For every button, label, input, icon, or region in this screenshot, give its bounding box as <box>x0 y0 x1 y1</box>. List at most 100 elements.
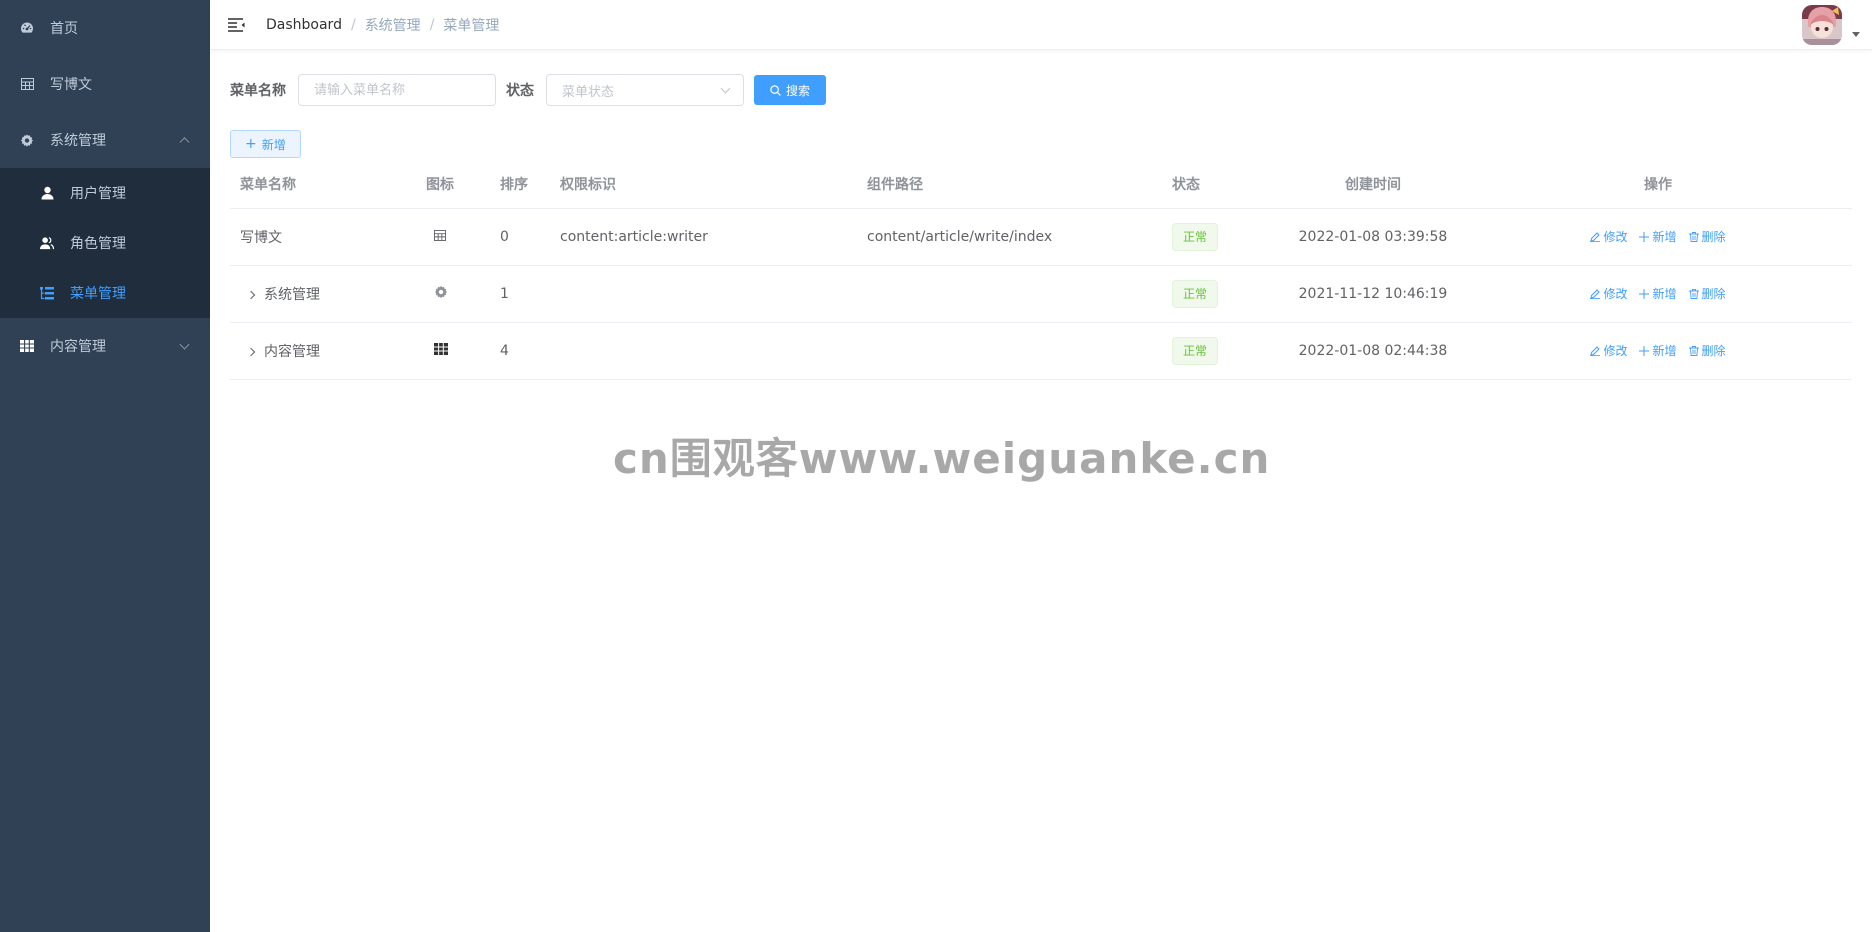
main-area: Dashboard / 系统管理 / 菜单管理 菜单名称 请输入菜单名称 状态 … <box>210 0 1872 932</box>
plus-icon <box>1639 288 1650 299</box>
row-name: 内容管理 <box>264 343 320 360</box>
delete-label: 删除 <box>1701 287 1726 301</box>
plus-icon <box>1639 345 1650 356</box>
search-button-label: 搜索 <box>786 83 811 98</box>
add-button-label: 新增 <box>261 137 286 152</box>
breadcrumb-separator: / <box>350 16 356 33</box>
sidebar-item-label: 首页 <box>50 21 78 37</box>
cell-actions: 修改 新增 删除 <box>1464 208 1852 266</box>
cell-actions: 修改 新增 删除 <box>1464 265 1852 323</box>
cell-status: 正常 <box>1162 322 1282 380</box>
breadcrumb-dashboard[interactable]: Dashboard <box>266 17 342 33</box>
trash-icon <box>1688 288 1699 299</box>
search-form: 菜单名称 状态 菜单状态 搜索 <box>230 74 1852 106</box>
menu-name-input[interactable] <box>298 74 496 106</box>
sidebar: 首页 写博文 系统管理 用户管理 角色管理 菜单管理 内容管理 <box>0 0 210 932</box>
cell-order: 0 <box>490 208 550 266</box>
sidebar-item-write-blog[interactable]: 写博文 <box>0 56 210 112</box>
search-icon <box>770 84 781 96</box>
gear-icon <box>20 133 34 147</box>
sidebar-item-label: 写博文 <box>50 77 92 93</box>
submenu-system: 用户管理 角色管理 菜单管理 <box>0 168 210 318</box>
edit-button[interactable]: 修改 <box>1590 228 1627 245</box>
cell-icon <box>416 265 490 323</box>
cell-icon <box>416 208 490 266</box>
delete-button[interactable]: 删除 <box>1688 228 1726 245</box>
cell-created: 2022-01-08 03:39:58 <box>1282 208 1464 266</box>
cell-component <box>857 322 1162 380</box>
cell-order: 4 <box>490 322 550 380</box>
col-header-created: 创建时间 <box>1282 160 1464 209</box>
chevron-right-icon[interactable] <box>246 290 256 299</box>
sidebar-item-menus[interactable]: 菜单管理 <box>0 268 210 318</box>
breadcrumb: Dashboard / 系统管理 / 菜单管理 <box>266 15 499 35</box>
delete-button[interactable]: 删除 <box>1688 342 1726 359</box>
table-header-row: 菜单名称 图标 排序 权限标识 组件路径 状态 创建时间 操作 <box>230 160 1852 209</box>
cell-status: 正常 <box>1162 265 1282 323</box>
table-row: 写博文 0 content:article:writer content/art… <box>230 208 1852 266</box>
col-header-order: 排序 <box>490 160 550 209</box>
cell-created: 2021-11-12 10:46:19 <box>1282 265 1464 323</box>
breadcrumb-system: 系统管理 <box>364 17 421 34</box>
add-label: 新增 <box>1652 287 1677 301</box>
cell-icon <box>416 322 490 380</box>
user-icon <box>40 186 54 200</box>
add-label: 新增 <box>1652 344 1677 358</box>
add-button[interactable]: + 新增 <box>230 130 301 158</box>
navbar: Dashboard / 系统管理 / 菜单管理 <box>210 0 1872 50</box>
sidebar-item-label: 用户管理 <box>70 186 126 202</box>
table-row: 系统管理 1 正常 2021-11-12 10:46:19 修改 新增 删除 <box>230 265 1852 323</box>
status-select[interactable]: 菜单状态 <box>546 74 744 106</box>
delete-button[interactable]: 删除 <box>1688 285 1726 302</box>
row-name: 写博文 <box>240 229 282 246</box>
edit-button[interactable]: 修改 <box>1590 285 1627 302</box>
sidebar-item-roles[interactable]: 角色管理 <box>0 218 210 268</box>
edit-label: 修改 <box>1603 287 1628 301</box>
cell-actions: 修改 新增 删除 <box>1464 322 1852 380</box>
cell-name: 内容管理 <box>230 322 416 380</box>
table-row: 内容管理 4 正常 2022-01-08 02:44:38 修改 新增 删除 <box>230 322 1852 380</box>
cell-component: content/article/write/index <box>857 208 1162 266</box>
cell-name: 写博文 <box>230 208 416 266</box>
cell-perms <box>550 265 857 323</box>
hamburger-icon[interactable] <box>226 15 246 35</box>
add-child-button[interactable]: 新增 <box>1639 342 1677 359</box>
status-badge: 正常 <box>1172 336 1219 365</box>
cell-component <box>857 265 1162 323</box>
sidebar-item-home[interactable]: 首页 <box>0 0 210 56</box>
status-badge: 正常 <box>1172 222 1219 251</box>
breadcrumb-menus: 菜单管理 <box>443 17 500 34</box>
col-header-name: 菜单名称 <box>230 160 416 209</box>
search-button[interactable]: 搜索 <box>754 75 827 105</box>
cell-status: 正常 <box>1162 208 1282 266</box>
sidebar-item-label: 角色管理 <box>70 236 126 252</box>
delete-label: 删除 <box>1701 230 1726 244</box>
grid-icon <box>20 339 34 353</box>
sidebar-item-users[interactable]: 用户管理 <box>0 168 210 218</box>
plus-icon <box>1639 231 1650 242</box>
col-header-perms: 权限标识 <box>550 160 857 209</box>
chevron-right-icon[interactable] <box>246 347 256 356</box>
row-name: 系统管理 <box>264 286 320 303</box>
add-child-button[interactable]: 新增 <box>1639 285 1677 302</box>
trash-icon <box>1688 231 1699 242</box>
avatar[interactable] <box>1802 5 1842 45</box>
dashboard-icon <box>20 21 34 35</box>
chevron-up-icon <box>179 137 190 148</box>
gear-icon <box>434 285 448 299</box>
chevron-down-icon <box>720 83 731 94</box>
watermark: cn围观客www.weiguanke.cn <box>613 434 1271 483</box>
plus-icon: + <box>245 136 257 152</box>
edit-icon <box>1590 288 1601 299</box>
cell-order: 1 <box>490 265 550 323</box>
edit-button[interactable]: 修改 <box>1590 342 1627 359</box>
cell-perms <box>550 322 857 380</box>
sidebar-item-system[interactable]: 系统管理 <box>0 112 210 168</box>
add-child-button[interactable]: 新增 <box>1639 228 1677 245</box>
caret-down-icon[interactable] <box>1852 32 1860 37</box>
delete-label: 删除 <box>1701 344 1726 358</box>
edit-label: 修改 <box>1603 344 1628 358</box>
sidebar-item-content[interactable]: 内容管理 <box>0 318 210 374</box>
col-header-status: 状态 <box>1162 160 1282 209</box>
grid-icon <box>434 342 448 355</box>
